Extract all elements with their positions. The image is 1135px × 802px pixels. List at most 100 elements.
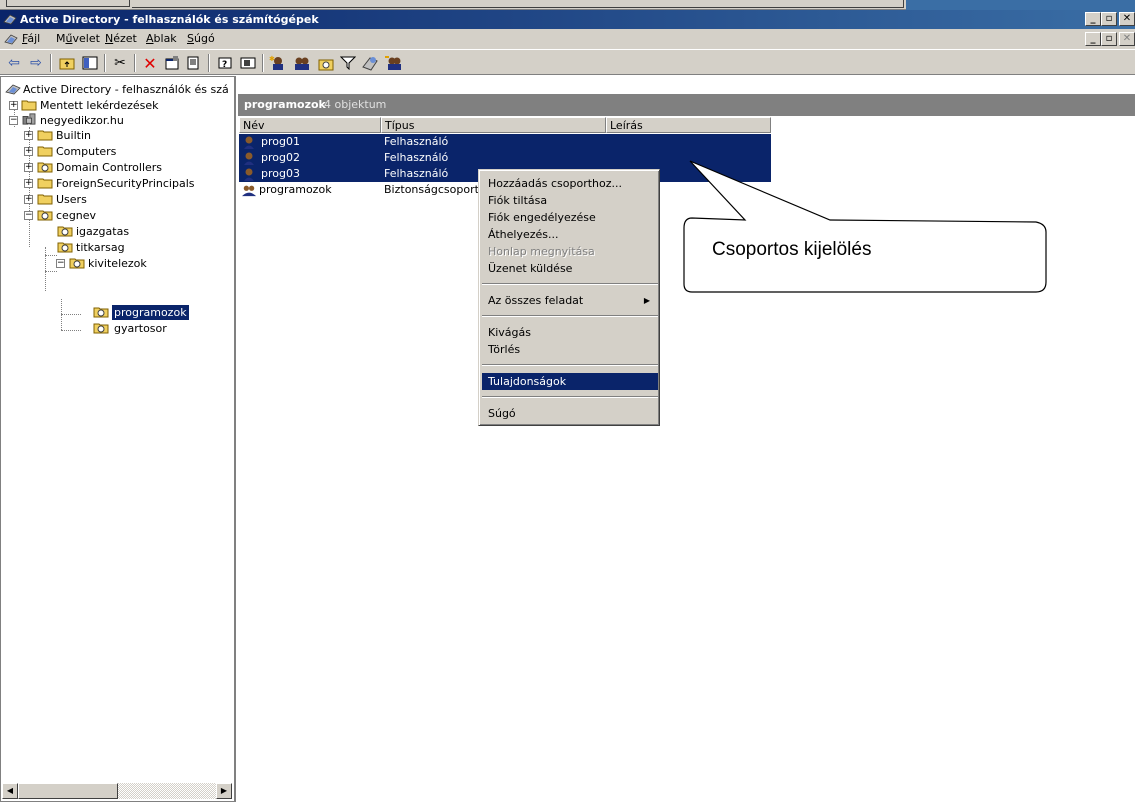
list-item-type: Felhasználó	[384, 167, 449, 180]
tree-line	[61, 330, 81, 331]
tree-node-label: programozok	[112, 305, 189, 320]
up-folder-icon[interactable]	[57, 54, 77, 72]
expand-plus-icon[interactable]: +	[24, 179, 33, 188]
expand-plus-icon[interactable]: +	[24, 163, 33, 172]
new-user-icon[interactable]: ✱	[268, 54, 288, 72]
menu-help[interactable]: Súgó	[187, 29, 215, 49]
tree-node-saved-queries[interactable]: + Mentett lekérdezések	[9, 98, 209, 113]
child-minimize-button[interactable]: _	[1085, 32, 1101, 46]
expand-plus-icon[interactable]: +	[24, 131, 33, 140]
tree-node-gyartosor[interactable]: gyartosor	[81, 321, 221, 336]
column-header-name[interactable]: Név	[239, 117, 381, 133]
details-header: programozok 4 objektum	[238, 94, 1135, 116]
tree-node-domain[interactable]: − negyedikzor.hu	[9, 113, 209, 128]
close-button[interactable]: ✕	[1119, 12, 1135, 26]
menu-action[interactable]: Művelet	[56, 29, 100, 49]
column-header-description[interactable]: Leírás	[606, 117, 771, 133]
callout-bubble	[683, 160, 1047, 293]
collapse-minus-icon[interactable]: −	[24, 211, 33, 220]
filter-icon[interactable]	[338, 54, 358, 72]
delete-icon[interactable]: ✕	[140, 54, 160, 73]
expand-plus-icon[interactable]: +	[9, 101, 18, 110]
tree-node-label: Builtin	[56, 129, 91, 142]
scroll-left-icon[interactable]: ◀	[2, 783, 18, 799]
menu-item-enable-account[interactable]: Fiók engedélyezése	[482, 209, 658, 226]
show-hide-tree-icon[interactable]	[80, 54, 100, 72]
background-window-strip	[0, 0, 1135, 10]
cut-icon[interactable]: ✂	[110, 54, 130, 72]
scrollbar-thumb[interactable]	[18, 783, 118, 799]
scrollbar-track[interactable]	[118, 783, 216, 799]
menu-item-move[interactable]: Áthelyezés...	[482, 226, 658, 243]
tree-node-titkarsag[interactable]: titkarsag	[51, 240, 221, 255]
mmc-console-icon[interactable]	[4, 33, 18, 45]
list-item-type: Felhasználó	[384, 135, 449, 148]
export-list-icon[interactable]	[184, 54, 204, 72]
tree-node-label: ForeignSecurityPrincipals	[56, 177, 195, 190]
tree-node-igazgatas[interactable]: igazgatas	[51, 224, 221, 239]
tree-pane[interactable]: Active Directory - felhasználók és szá +…	[0, 76, 236, 802]
expand-plus-icon[interactable]: +	[24, 195, 33, 204]
tree-horizontal-scrollbar[interactable]: ◀ ▶	[2, 783, 232, 799]
tree-node-computers[interactable]: + Computers	[24, 144, 224, 159]
menu-separator	[482, 315, 658, 317]
tree-node-cegnev[interactable]: − cegnev	[24, 208, 224, 223]
find-icon[interactable]	[360, 54, 380, 72]
new-group-icon[interactable]	[292, 54, 312, 72]
menu-window[interactable]: Ablak	[146, 29, 177, 49]
tree-node-label: negyedikzor.hu	[40, 114, 124, 127]
expand-plus-icon[interactable]: +	[24, 147, 33, 156]
add-to-group-icon[interactable]	[384, 54, 404, 72]
menu-item-cut[interactable]: Kivágás	[482, 324, 658, 341]
tree-node-label: igazgatas	[76, 225, 130, 238]
folder-icon	[37, 178, 53, 189]
menu-item-send-message[interactable]: Üzenet küldése	[482, 260, 658, 277]
ou-folder-icon	[69, 258, 85, 269]
tree-node-programozok[interactable]: programozok	[81, 305, 221, 320]
menu-item-disable-account[interactable]: Fiók tiltása	[482, 192, 658, 209]
tree-node-label: Active Directory - felhasználók és szá	[23, 83, 229, 96]
column-header-type[interactable]: Típus	[381, 117, 606, 133]
mmc-view-icon[interactable]	[238, 54, 258, 72]
list-item[interactable]: prog01 Felhasználó	[239, 134, 771, 150]
tree-node-label: Computers	[56, 145, 117, 158]
menu-file[interactable]: Fájl	[22, 29, 40, 49]
tree-node-label: Mentett lekérdezések	[40, 99, 159, 112]
toolbar-separator	[134, 54, 136, 72]
menu-item-delete[interactable]: Törlés	[482, 341, 658, 358]
properties-icon[interactable]	[162, 54, 182, 72]
restore-button[interactable]: ▫	[1101, 12, 1117, 26]
tree-node-domain-controllers[interactable]: + Domain Controllers	[24, 160, 224, 175]
collapse-minus-icon[interactable]: −	[9, 116, 18, 125]
back-icon[interactable]: ⇦	[4, 54, 24, 72]
new-ou-icon[interactable]	[316, 54, 336, 72]
menu-item-open-homepage: Honlap megnyitása	[488, 245, 595, 258]
tree-line	[45, 271, 57, 272]
minimize-button[interactable]: _	[1085, 12, 1101, 26]
window-title: Active Directory - felhasználók és számí…	[20, 13, 319, 26]
collapse-minus-icon[interactable]: −	[56, 259, 65, 268]
menu-separator	[482, 283, 658, 285]
menu-item-all-tasks[interactable]: Az összes feladat ▶	[482, 292, 658, 309]
group-icon	[242, 185, 256, 197]
tree-node-label: Users	[56, 193, 87, 206]
tree-node-foreign-security-principals[interactable]: + ForeignSecurityPrincipals	[24, 176, 224, 191]
tree-node-kivitelezok[interactable]: − kivitelezok	[56, 256, 226, 271]
child-close-button[interactable]: ✕	[1119, 32, 1135, 46]
help-icon[interactable]: ?	[216, 54, 236, 72]
scroll-right-icon[interactable]: ▶	[216, 783, 232, 799]
menu-item-add-to-group[interactable]: Hozzáadás csoporthoz...	[482, 175, 658, 192]
list-item-name: programozok	[259, 183, 332, 196]
tree-node-users[interactable]: + Users	[24, 192, 224, 207]
forward-icon[interactable]: ⇨	[26, 54, 46, 72]
callout-text: Csoportos kijelölés	[712, 239, 872, 260]
menu-item-properties[interactable]: Tulajdonságok	[482, 373, 658, 390]
ou-folder-icon	[93, 307, 109, 318]
child-restore-button[interactable]: ▫	[1101, 32, 1117, 46]
menu-bar: Fájl Művelet Nézet Ablak Súgó _ ▫ ✕	[0, 29, 1135, 49]
menu-item-help[interactable]: Súgó	[482, 405, 658, 422]
desktop-fragment	[906, 0, 1135, 10]
tree-node-builtin[interactable]: + Builtin	[24, 128, 224, 143]
menu-view[interactable]: Nézet	[105, 29, 137, 49]
folder-icon	[21, 100, 37, 111]
